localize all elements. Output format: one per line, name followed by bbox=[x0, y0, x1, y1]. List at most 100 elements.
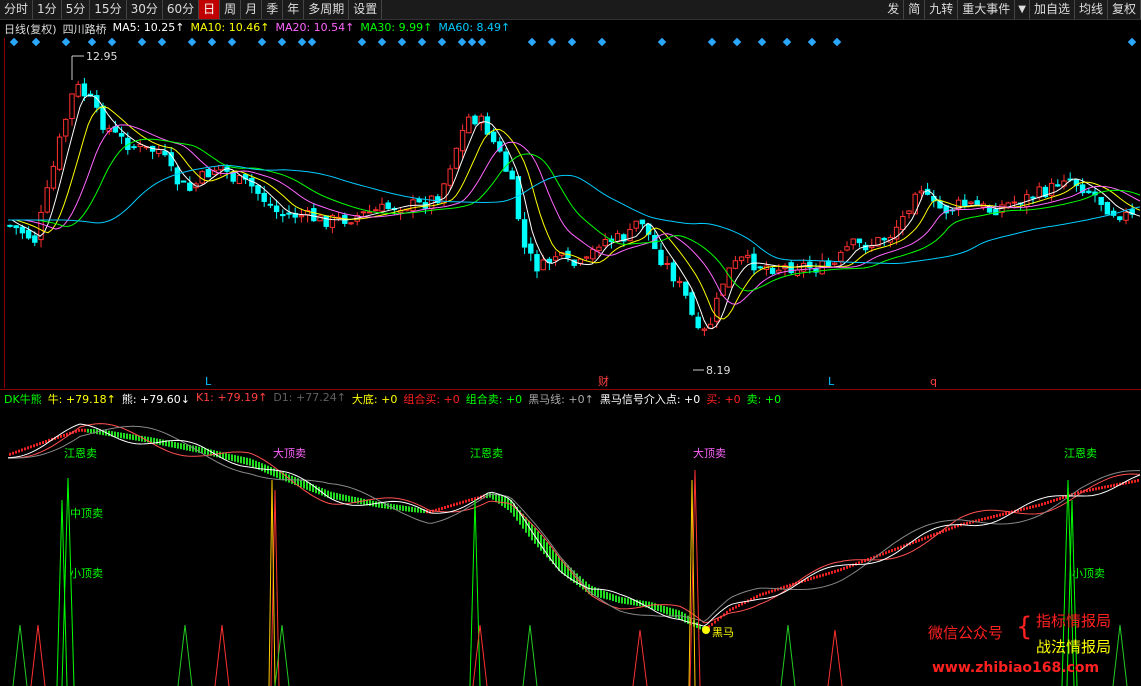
signal-spike-1 bbox=[56, 499, 68, 686]
candle-body bbox=[658, 249, 664, 266]
diamond-marker-9 bbox=[227, 37, 237, 47]
candle-body bbox=[261, 192, 267, 202]
candle-body bbox=[1036, 186, 1042, 198]
candle-body bbox=[695, 316, 701, 329]
candle-body bbox=[25, 229, 32, 239]
indicator-item-7: 组合卖: +0 bbox=[465, 393, 523, 406]
diamond-marker-18 bbox=[437, 37, 447, 47]
candle-body bbox=[633, 220, 639, 229]
candle-body bbox=[162, 150, 168, 156]
candle-body bbox=[689, 292, 695, 315]
diamond-marker-13 bbox=[307, 37, 317, 47]
diamond-marker-6 bbox=[157, 37, 167, 47]
signal-dading-1: 大顶卖 bbox=[273, 446, 306, 460]
candle-body bbox=[676, 280, 683, 284]
candle-body bbox=[7, 224, 13, 227]
candle-body bbox=[583, 256, 590, 259]
diamond-marker-15 bbox=[377, 37, 387, 47]
diamond-marker-12 bbox=[297, 37, 307, 47]
diamond-marker-3 bbox=[87, 37, 97, 47]
candle-body bbox=[962, 199, 968, 207]
signal-jiangen-1: 江恩卖 bbox=[64, 447, 97, 460]
event-marker-3: q bbox=[930, 375, 937, 388]
candle-body bbox=[844, 246, 850, 251]
diamond-marker-21 bbox=[477, 37, 487, 47]
candle-body bbox=[1098, 196, 1104, 205]
diamond-marker-5 bbox=[137, 37, 147, 47]
candle-body bbox=[614, 233, 621, 243]
ma30-line bbox=[8, 138, 1141, 292]
indicator-item-9: 黑马信号介入点: +0 bbox=[599, 393, 701, 406]
diamond-marker-4 bbox=[107, 37, 117, 47]
diamond-marker-10 bbox=[257, 37, 267, 47]
diamond-marker-33 bbox=[1127, 37, 1137, 47]
small-spike-6 bbox=[522, 624, 538, 686]
indicator-legend: DK牛熊 牛: +79.18↑ 熊: +79.60↓ K1: +79.19↑ D1: +… bbox=[4, 391, 781, 406]
candle-body bbox=[323, 215, 329, 227]
candle-body bbox=[187, 182, 193, 191]
candle-body bbox=[900, 215, 906, 231]
small-spike-9 bbox=[827, 629, 843, 686]
candle-body bbox=[174, 167, 181, 185]
candle-body bbox=[906, 210, 912, 215]
heima-dot bbox=[702, 626, 710, 634]
small-spike-1 bbox=[30, 624, 46, 686]
candle-body bbox=[81, 83, 88, 97]
candle-body bbox=[428, 195, 435, 210]
ma5-line bbox=[8, 94, 1141, 330]
candle-body bbox=[1123, 211, 1129, 221]
small-spike-8 bbox=[780, 624, 796, 686]
candle-body bbox=[441, 183, 447, 204]
diamond-marker-20 bbox=[467, 37, 477, 47]
candle-body bbox=[534, 254, 540, 272]
candle-body bbox=[19, 226, 26, 234]
candle-body bbox=[670, 262, 677, 282]
candle-body bbox=[881, 237, 887, 241]
diamond-marker-31 bbox=[807, 37, 817, 47]
candle-body bbox=[180, 180, 187, 183]
diamond-marker-2 bbox=[61, 37, 71, 47]
candle-body bbox=[1104, 202, 1111, 215]
pane-divider[interactable] bbox=[0, 389, 1141, 390]
diamond-marker-22 bbox=[527, 37, 537, 47]
candle-body bbox=[968, 201, 974, 205]
candle-body bbox=[528, 243, 534, 254]
signal-xiaoding-2: 小顶卖 bbox=[1072, 567, 1105, 580]
low-price-label: 8.19 bbox=[706, 364, 731, 377]
candle-body bbox=[379, 203, 385, 212]
candle-body bbox=[540, 259, 546, 271]
candle-body bbox=[509, 170, 515, 180]
kline-chart[interactable]: 12.95 8.19 L 财 Lq 江恩卖中顶卖小顶卖 大顶卖 江恩卖 大顶卖黑马 江恩卖小顶卖 bbox=[0, 0, 1141, 686]
candle-body bbox=[738, 256, 745, 262]
candle-body bbox=[447, 168, 453, 186]
candle-body bbox=[856, 238, 863, 244]
candle-body bbox=[75, 84, 81, 97]
candle-body bbox=[280, 214, 286, 217]
signal-spike-4 bbox=[469, 499, 481, 686]
candle-body bbox=[552, 256, 559, 261]
diamond-marker-30 bbox=[782, 37, 792, 47]
small-spike-4 bbox=[274, 624, 290, 686]
candle-body bbox=[50, 165, 57, 189]
signal-zhongding: 中顶卖 bbox=[70, 507, 103, 520]
diamond-marker-0 bbox=[9, 37, 19, 47]
indicator-item-2: 熊: +79.60↓ bbox=[121, 393, 190, 406]
signal-jiangen-3: 江恩卖 bbox=[1064, 447, 1097, 460]
candle-body bbox=[1030, 196, 1036, 199]
candle-body bbox=[466, 116, 472, 134]
candle-body bbox=[590, 248, 596, 260]
indicator-item-0: DK牛熊 bbox=[4, 393, 42, 406]
candle-body bbox=[348, 222, 354, 225]
candle-body bbox=[255, 184, 261, 194]
candle-body bbox=[267, 203, 274, 206]
diamond-marker-14 bbox=[357, 37, 367, 47]
candle-body bbox=[373, 209, 379, 212]
diamond-marker-26 bbox=[657, 37, 667, 47]
candle-body bbox=[311, 208, 317, 222]
diamond-marker-19 bbox=[457, 37, 467, 47]
event-marker-2: L bbox=[828, 375, 835, 388]
high-price-label: 12.95 bbox=[86, 50, 118, 63]
watermark-line2: 指标情报局 bbox=[1036, 612, 1112, 630]
candle-body bbox=[385, 202, 391, 209]
candle-body bbox=[776, 269, 782, 273]
